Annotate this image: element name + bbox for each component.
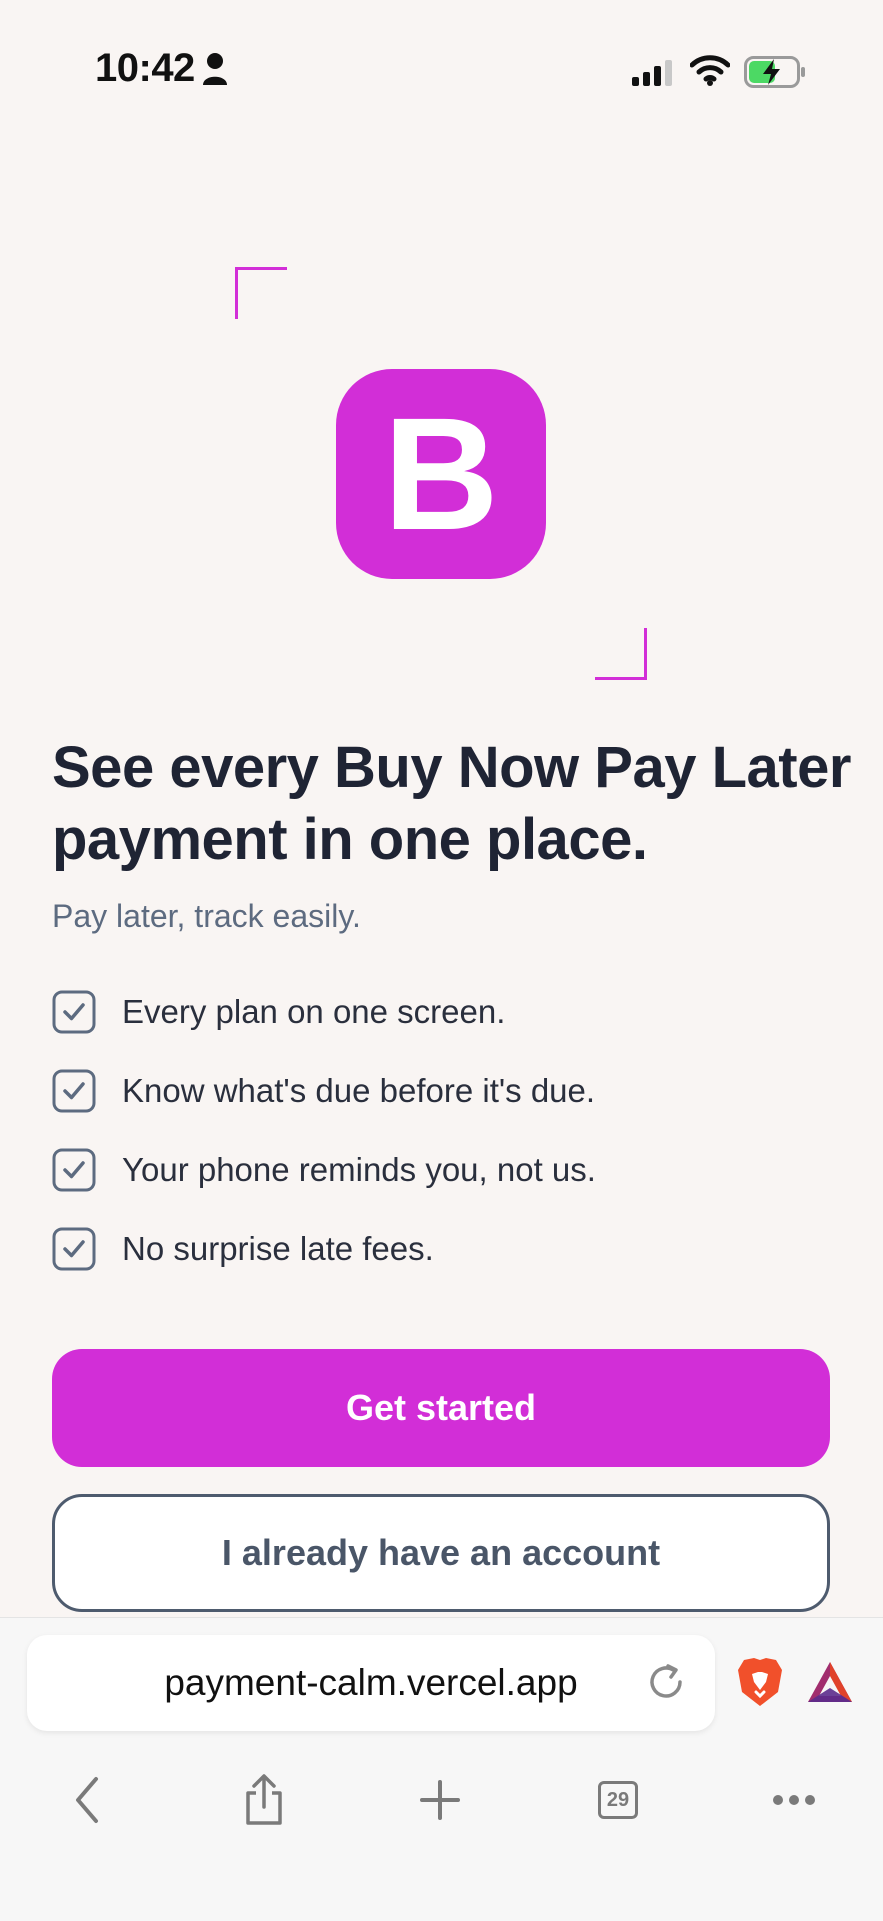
sign-in-button[interactable]: I already have an account	[52, 1494, 830, 1612]
feature-text: Your phone reminds you, not us.	[122, 1151, 596, 1188]
battery-charging-icon	[744, 56, 805, 88]
feature-item: Every plan on one screen.	[52, 990, 832, 1034]
check-icon	[52, 990, 96, 1034]
tab-count: 29	[598, 1781, 638, 1819]
back-button[interactable]	[58, 1770, 118, 1830]
feature-item: Your phone reminds you, not us.	[52, 1148, 832, 1192]
chevron-left-icon	[76, 1777, 98, 1823]
feature-text: Every plan on one screen.	[122, 993, 506, 1030]
more-icon	[773, 1795, 815, 1805]
feature-item: No surprise late fees.	[52, 1227, 832, 1271]
plus-icon	[420, 1780, 460, 1820]
rewards-triangle-icon[interactable]	[806, 1660, 854, 1704]
page-title: See every Buy Now Pay Later payment in o…	[52, 735, 851, 872]
feature-item: Know what's due before it's due.	[52, 1069, 832, 1113]
app-logo: B	[336, 369, 546, 579]
address-bar-url[interactable]: payment-calm.vercel.app	[27, 1635, 715, 1731]
check-icon	[52, 1227, 96, 1271]
decorative-corner-top-left	[235, 267, 287, 319]
feature-list: Every plan on one screen. Know what's du…	[52, 990, 832, 1306]
brave-shields-icon[interactable]	[736, 1656, 784, 1708]
check-icon	[52, 1148, 96, 1192]
feature-text: No surprise late fees.	[122, 1230, 434, 1267]
tabs-button[interactable]: 29	[588, 1770, 648, 1830]
reload-icon[interactable]	[644, 1660, 688, 1704]
get-started-button[interactable]: Get started	[52, 1349, 830, 1467]
share-button[interactable]	[234, 1770, 294, 1830]
share-icon	[246, 1774, 282, 1825]
status-time: 10:42	[95, 46, 195, 90]
new-tab-button[interactable]	[410, 1770, 470, 1830]
more-menu-button[interactable]	[764, 1770, 824, 1830]
wifi-icon	[690, 55, 730, 86]
feature-text: Know what's due before it's due.	[122, 1072, 596, 1109]
cellular-signal-icon	[632, 60, 672, 86]
decorative-corner-bottom-right	[595, 628, 647, 680]
page-subtitle: Pay later, track easily.	[52, 898, 361, 934]
app-logo-letter: B	[383, 384, 499, 563]
person-icon	[203, 53, 227, 85]
check-icon	[52, 1069, 96, 1113]
